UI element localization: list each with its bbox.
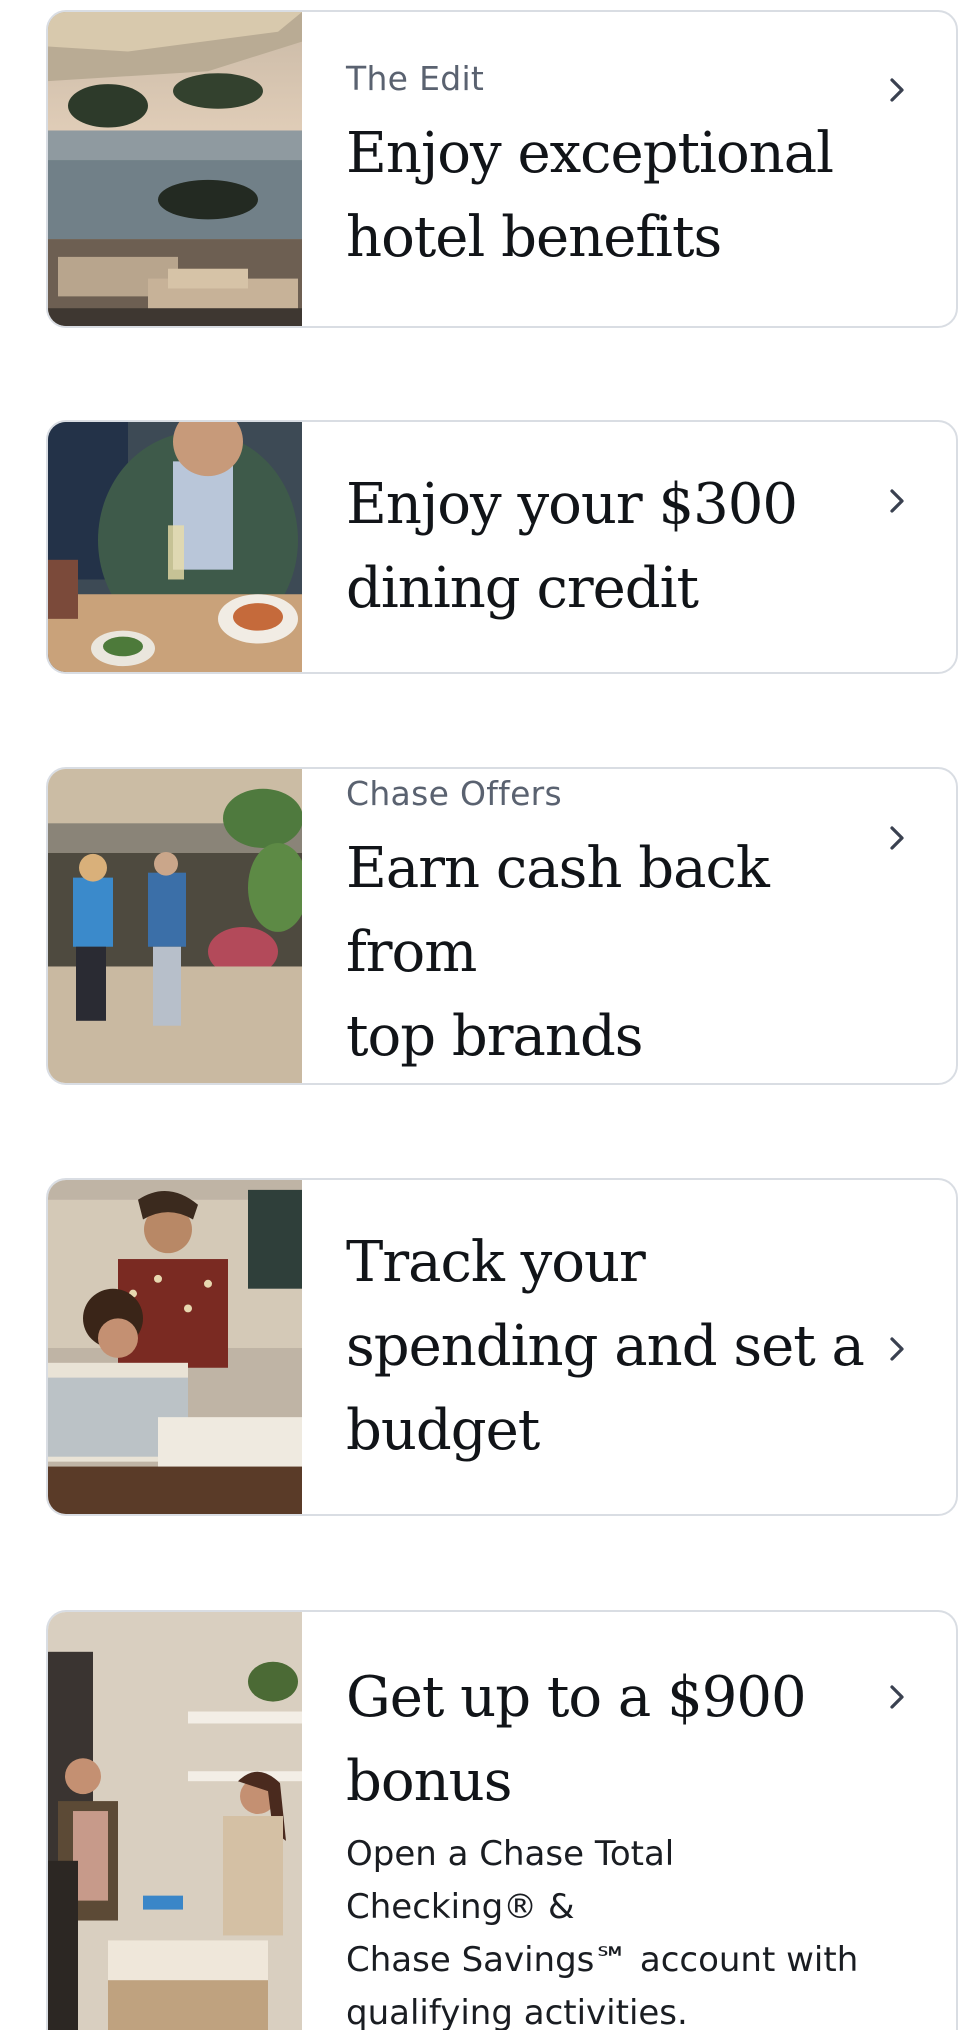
bank-branch-photo bbox=[48, 1612, 302, 2030]
card-body: Open a Chase Total Checking® & Chase Sav… bbox=[346, 1828, 876, 2030]
card-title-line: Enjoy exceptional bbox=[346, 120, 834, 186]
card-title-line: Enjoy your $300 bbox=[346, 472, 798, 537]
card-eyebrow: The Edit bbox=[346, 58, 485, 98]
promo-card-dining[interactable]: Enjoy your $300 dining credit bbox=[46, 420, 958, 674]
dining-photo bbox=[48, 422, 302, 672]
hotel-poolside-photo bbox=[48, 12, 302, 326]
card-title: Earn cash back from top brands bbox=[346, 827, 876, 1079]
card-title-line: Earn cash back from bbox=[346, 835, 770, 985]
card-title-line: bonus bbox=[346, 1749, 512, 1814]
promo-card-hotel[interactable]: The Edit Enjoy exceptional hotel benefit… bbox=[46, 10, 958, 328]
chevron-right-icon[interactable] bbox=[882, 823, 912, 853]
card-title: Track your spending and set a budget bbox=[346, 1221, 876, 1473]
couple-budgeting-photo bbox=[48, 1180, 302, 1514]
card-content: Get up to a $900 bonus Open a Chase Tota… bbox=[346, 1612, 876, 2030]
card-title-line: dining credit bbox=[346, 556, 699, 621]
promo-card-bonus[interactable]: Get up to a $900 bonus Open a Chase Tota… bbox=[46, 1610, 958, 2030]
promo-card-offers[interactable]: Chase Offers Earn cash back from top bra… bbox=[46, 767, 958, 1085]
card-title: Get up to a $900 bonus bbox=[346, 1656, 876, 1824]
card-title: Enjoy exceptional hotel benefits bbox=[346, 112, 876, 280]
chevron-right-icon[interactable] bbox=[882, 1682, 912, 1712]
card-eyebrow: Chase Offers bbox=[346, 773, 563, 813]
card-title-line: spending and set a bbox=[346, 1314, 865, 1379]
chevron-right-icon[interactable] bbox=[882, 1334, 912, 1364]
card-title-line: Track your bbox=[346, 1230, 646, 1295]
card-title-line: budget bbox=[346, 1398, 540, 1463]
card-body-line: qualifying activities. bbox=[346, 1993, 688, 2030]
promo-card-budget[interactable]: Track your spending and set a budget bbox=[46, 1178, 958, 1516]
card-title-line: top brands bbox=[346, 1003, 644, 1069]
card-title-line: Get up to a $900 bbox=[346, 1665, 807, 1730]
chevron-right-icon[interactable] bbox=[882, 75, 912, 105]
card-title-line: hotel benefits bbox=[346, 204, 722, 270]
card-content: Chase Offers Earn cash back from top bra… bbox=[346, 769, 876, 1083]
card-title: Enjoy your $300 dining credit bbox=[346, 463, 876, 631]
shopping-street-photo bbox=[48, 769, 302, 1083]
card-content: Track your spending and set a budget bbox=[346, 1180, 876, 1514]
card-body-line: Chase Savings℠ account with bbox=[346, 1940, 859, 1980]
chevron-right-icon[interactable] bbox=[882, 486, 912, 516]
card-content: Enjoy your $300 dining credit bbox=[346, 422, 876, 672]
card-body-line: Open a Chase Total Checking® & bbox=[346, 1834, 675, 1927]
card-content: The Edit Enjoy exceptional hotel benefit… bbox=[346, 12, 876, 326]
